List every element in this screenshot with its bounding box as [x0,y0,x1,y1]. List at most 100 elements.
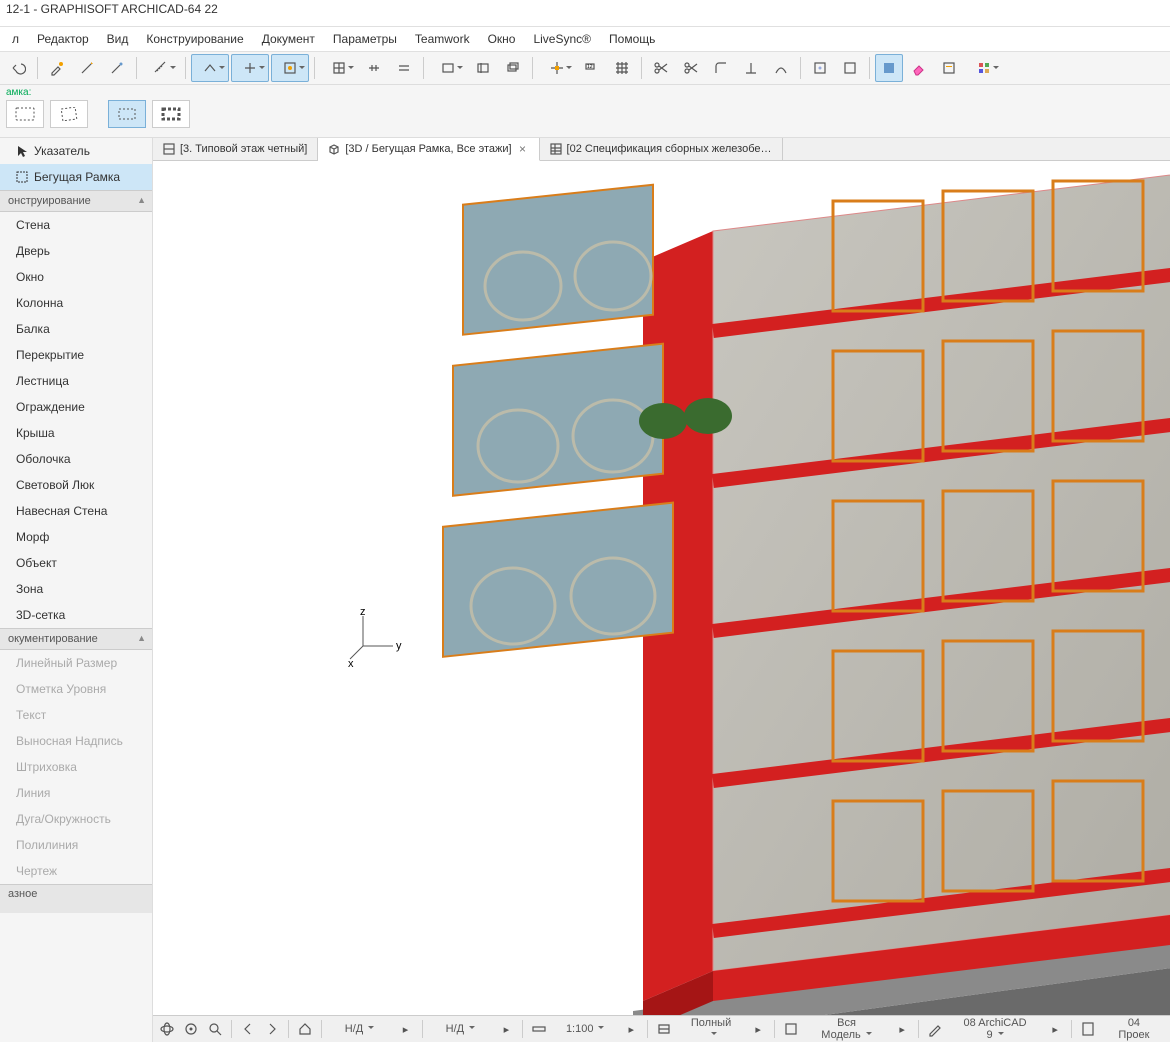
menu-window[interactable]: Окно [480,29,524,49]
menu-teamwork[interactable]: Teamwork [407,29,478,49]
eraser-button[interactable] [905,54,933,82]
tool-door[interactable]: Дверь [0,238,152,264]
grid-dropdown[interactable] [320,54,358,82]
tool-line[interactable]: Линия [0,780,152,806]
chev-icon[interactable]: ▸ [1045,1018,1065,1040]
tool-object[interactable]: Объект [0,550,152,576]
tab-label: [3D / Бегущая Рамка, Все этажи] [345,143,511,155]
chev-icon[interactable]: ▸ [396,1018,416,1040]
explode-dropdown[interactable] [538,54,576,82]
home-button[interactable] [295,1018,315,1040]
chev-icon[interactable]: ▸ [892,1018,912,1040]
snap2-dropdown[interactable] [271,54,309,82]
ruler-dropdown[interactable] [142,54,180,82]
scissors-button[interactable] [647,54,675,82]
hatch-button[interactable] [469,54,497,82]
tool-railing[interactable]: Ограждение [0,394,152,420]
wand2-button[interactable] [103,54,131,82]
fillet-button[interactable] [707,54,735,82]
wand-button[interactable] [73,54,101,82]
shape-dropdown[interactable] [429,54,467,82]
undo-button[interactable] [4,54,32,82]
tool-roof[interactable]: Крыша [0,420,152,446]
group-document[interactable]: окументирование▲ [0,628,152,650]
model-field[interactable]: Вся Модель [805,1017,888,1041]
fwd-button[interactable] [262,1018,282,1040]
tool-marquee[interactable]: Бегущая Рамка [0,164,152,190]
axis-gizmo: z y x [348,611,408,674]
highlight-button[interactable] [875,54,903,82]
tool-shell[interactable]: Оболочка [0,446,152,472]
tool-mesh[interactable]: 3D-сетка [0,602,152,628]
tab-floorplan[interactable]: [3. Типовой этаж четный] [153,138,318,160]
close-icon[interactable]: × [517,143,529,155]
tool-column[interactable]: Колонна [0,290,152,316]
splitter-button[interactable] [390,54,418,82]
tool-drawing[interactable]: Чертеж [0,858,152,884]
marquee-rotrect-button[interactable] [50,100,88,128]
marquee-rect-button[interactable] [6,100,44,128]
back-button[interactable] [238,1018,258,1040]
snap-dropdown[interactable] [191,54,229,82]
group-misc[interactable]: азное [0,884,152,913]
tool-slab[interactable]: Перекрытие [0,342,152,368]
curve-button[interactable] [767,54,795,82]
extend-button[interactable] [737,54,765,82]
tool-curtainwall[interactable]: Навесная Стена [0,498,152,524]
label-button[interactable]: 12 [578,54,606,82]
tool-skylight[interactable]: Световой Люк [0,472,152,498]
marquee-thick-button[interactable] [152,100,190,128]
trim-button[interactable] [360,54,388,82]
tool-arc[interactable]: Дуга/Окружность [0,806,152,832]
target-button[interactable] [181,1018,201,1040]
tool-hatch[interactable]: Штриховка [0,754,152,780]
chev-icon[interactable]: ▸ [621,1018,641,1040]
menu-view[interactable]: Вид [99,29,137,49]
guide-dropdown[interactable] [231,54,269,82]
menu-livesync[interactable]: LiveSync® [525,29,599,49]
tool-stair[interactable]: Лестница [0,368,152,394]
zoom-button[interactable] [205,1018,225,1040]
tool-level[interactable]: Отметка Уровня [0,676,152,702]
layers-field[interactable]: 08 ArchiCAD 9 [949,1017,1041,1041]
chev-icon[interactable]: ▸ [496,1018,516,1040]
show-button[interactable] [836,54,864,82]
menu-options[interactable]: Параметры [325,29,405,49]
menu-design[interactable]: Конструирование [138,29,251,49]
tab-schedule[interactable]: [02 Спецификация сборных железобе… [540,138,783,160]
color-dropdown[interactable] [965,54,1003,82]
scale-field[interactable]: 1:100 [553,1023,617,1035]
status-field-1[interactable]: Н/Д [328,1023,392,1035]
menu-file[interactable]: л [4,29,27,49]
suspend-button[interactable] [806,54,834,82]
menu-document[interactable]: Документ [254,29,323,49]
review-button[interactable] [935,54,963,82]
tool-beam[interactable]: Балка [0,316,152,342]
tool-polyline[interactable]: Полилиния [0,832,152,858]
tool-label[interactable]: Выносная Надпись [0,728,152,754]
layers-button[interactable] [499,54,527,82]
chev-icon[interactable]: ▸ [748,1018,768,1040]
scissors2-button[interactable] [677,54,705,82]
tool-zone[interactable]: Зона [0,576,152,602]
grid2-button[interactable] [608,54,636,82]
tab-label: [3. Типовой этаж четный] [180,143,307,155]
marquee-thin-button[interactable] [108,100,146,128]
tool-text[interactable]: Текст [0,702,152,728]
svg-text:y: y [396,640,402,652]
tool-window[interactable]: Окно [0,264,152,290]
orbit-button[interactable] [157,1018,177,1040]
tab-3d[interactable]: [3D / Бегущая Рамка, Все этажи] × [318,138,539,161]
tool-dimension[interactable]: Линейный Размер [0,650,152,676]
menu-help[interactable]: Помощь [601,29,663,49]
tool-wall[interactable]: Стена [0,212,152,238]
tool-pointer[interactable]: Указатель [0,138,152,164]
status-field-2[interactable]: Н/Д [428,1023,492,1035]
sheet-field[interactable]: 04 Проек [1102,1017,1166,1041]
tool-morph[interactable]: Морф [0,524,152,550]
group-design[interactable]: онструирование▲ [0,190,152,212]
3d-viewport[interactable]: z y x [153,161,1170,1015]
eyedrop-button[interactable] [43,54,71,82]
menu-editor[interactable]: Редактор [29,29,97,49]
view-field[interactable]: Полный [678,1017,744,1041]
